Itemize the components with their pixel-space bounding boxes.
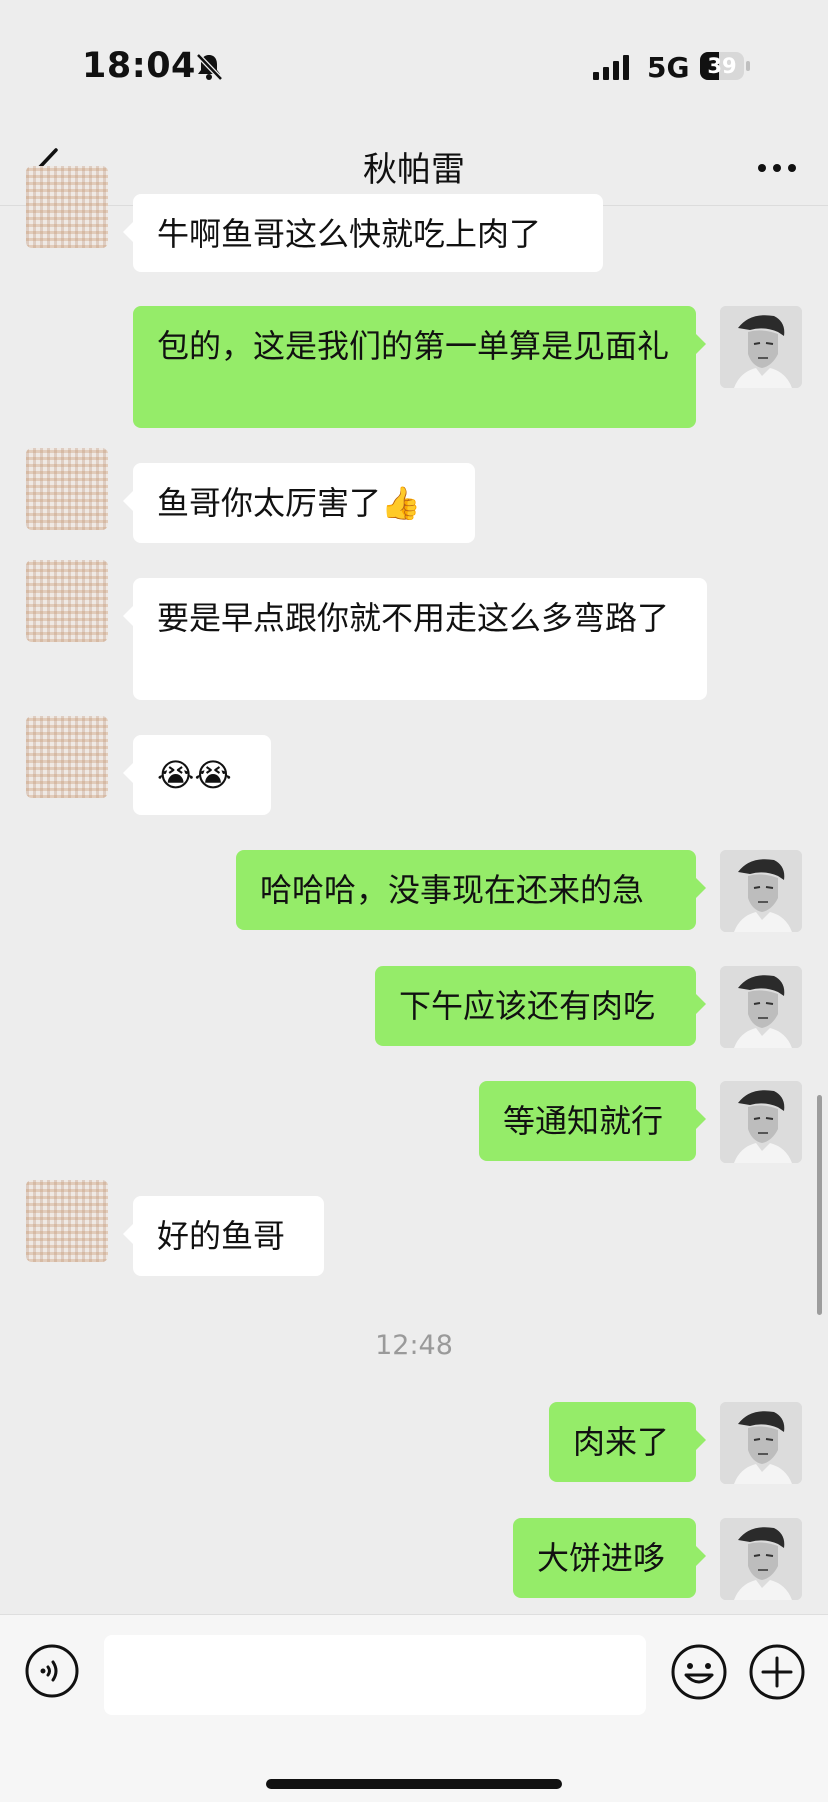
user-portrait-icon: [720, 306, 802, 388]
user-portrait-icon: [720, 1402, 802, 1484]
plus-icon[interactable]: [748, 1643, 806, 1701]
contact-avatar[interactable]: [26, 1180, 108, 1262]
user-portrait-icon: [720, 1081, 802, 1163]
network-type: 5G: [647, 51, 690, 84]
my-avatar[interactable]: [720, 1518, 802, 1600]
more-dots-icon[interactable]: [752, 148, 802, 188]
scrollbar[interactable]: [817, 1095, 822, 1315]
message-bubble[interactable]: 下午应该还有肉吃: [375, 966, 706, 1046]
my-avatar[interactable]: [720, 306, 802, 388]
chat-timestamp: 12:48: [375, 1330, 453, 1361]
user-portrait-icon: [720, 850, 802, 932]
status-bar: 18:04 5G 39: [0, 0, 828, 130]
message-bubble[interactable]: 好的鱼哥: [123, 1196, 324, 1276]
my-avatar[interactable]: [720, 1081, 802, 1163]
message-bubble[interactable]: 哈哈哈，没事现在还来的急: [236, 850, 706, 930]
chat-title: 秋帕雷: [363, 150, 465, 190]
my-avatar[interactable]: [720, 1402, 802, 1484]
voice-icon[interactable]: [24, 1643, 80, 1699]
contact-avatar[interactable]: [26, 560, 108, 642]
user-portrait-icon: [720, 1518, 802, 1600]
message-bubble[interactable]: 包的，这是我们的第一单算是见面礼: [133, 306, 706, 428]
contact-avatar[interactable]: [26, 166, 108, 248]
user-portrait-icon: [720, 966, 802, 1048]
emoji-icon[interactable]: [670, 1643, 728, 1701]
message-bubble[interactable]: 牛啊鱼哥这么快就吃上肉了: [123, 194, 603, 272]
message-bubble[interactable]: 要是早点跟你就不用走这么多弯路了: [123, 578, 707, 700]
contact-avatar[interactable]: [26, 716, 108, 798]
bell-slash-icon: [196, 53, 223, 81]
status-time: 18:04: [82, 46, 196, 86]
contact-avatar[interactable]: [26, 448, 108, 530]
signal-icon: [593, 55, 629, 80]
message-bubble[interactable]: 大饼进哆: [513, 1518, 706, 1598]
message-input[interactable]: [104, 1635, 646, 1715]
message-bubble[interactable]: 肉来了: [549, 1402, 706, 1482]
my-avatar[interactable]: [720, 850, 802, 932]
message-bubble[interactable]: 😭😭: [123, 735, 271, 815]
message-bubble[interactable]: 鱼哥你太厉害了👍: [123, 463, 475, 543]
home-indicator: [266, 1779, 562, 1789]
message-bubble[interactable]: 等通知就行: [479, 1081, 706, 1161]
battery-level: 39: [707, 54, 737, 78]
my-avatar[interactable]: [720, 966, 802, 1048]
input-bar: [0, 1614, 828, 1802]
